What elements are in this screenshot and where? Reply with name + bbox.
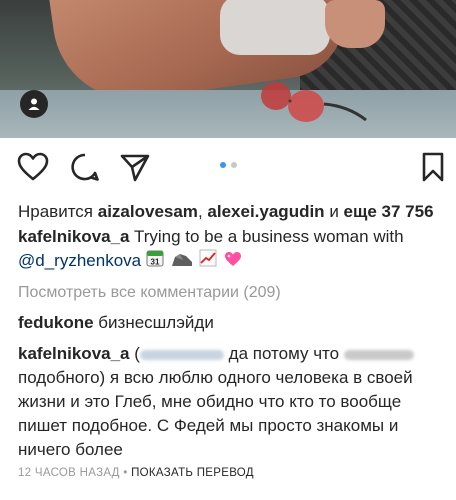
likes-and: и: [329, 202, 339, 221]
likes-separator: ,: [197, 202, 203, 221]
photo-shorts: [220, 0, 330, 55]
redacted-mention: [139, 349, 224, 360]
comment-icon[interactable]: [68, 150, 102, 184]
redacted-text: [343, 349, 414, 360]
comment-item: fedukone бизнесшлэйди: [18, 311, 448, 335]
post-meta: 12 ЧАСОВ НАЗАД • ПОКАЗАТЬ ПЕРЕВОД: [18, 467, 254, 479]
caption-text: Trying to be a business woman with: [133, 227, 404, 246]
photo-sunglasses: [261, 82, 367, 122]
photo-table: [0, 90, 456, 138]
post-photo[interactable]: [0, 0, 456, 138]
comment-text-part1: да потому что: [228, 344, 340, 363]
comment-item: kafelnikova_a ( да потому что подобного)…: [18, 342, 448, 462]
user-tag-icon[interactable]: [20, 90, 48, 118]
liker-link[interactable]: aizalovesam: [98, 202, 198, 221]
post-caption: kafelnikova_a Trying to be a business wo…: [18, 225, 448, 274]
comment-author[interactable]: fedukone: [18, 313, 94, 332]
sparkling-heart-emoji-icon: [224, 250, 242, 274]
svg-text:31: 31: [150, 258, 159, 267]
share-icon[interactable]: [118, 150, 152, 184]
heart-icon[interactable]: [16, 150, 50, 184]
comment-text-part2: подобного) я всю люблю одного человека в…: [18, 368, 413, 459]
show-translation-link[interactable]: ПОКАЗАТЬ ПЕРЕВОД: [131, 467, 254, 479]
likes-count-link[interactable]: еще 37 756: [344, 202, 434, 221]
post-timestamp: 12 ЧАСОВ НАЗАД: [18, 467, 120, 479]
comment-text: бизнесшлэйди: [98, 313, 214, 332]
likes-line: Нравится aizalovesam, alexei.yagudin и е…: [18, 200, 448, 224]
caption-author[interactable]: kafelnikova_a: [18, 227, 130, 246]
meta-separator: •: [123, 467, 128, 479]
chart-emoji-icon: [199, 249, 217, 274]
carousel-indicator: [220, 162, 237, 168]
rock-emoji-icon: [171, 250, 193, 274]
comment-author[interactable]: kafelnikova_a: [18, 344, 130, 363]
liker-link[interactable]: alexei.yagudin: [207, 202, 324, 221]
caption-mention[interactable]: @d_ryzhenkova: [18, 251, 141, 270]
action-bar: [0, 150, 456, 186]
bookmark-icon[interactable]: [416, 150, 450, 184]
photo-hand: [325, 0, 385, 48]
carousel-dot: [231, 162, 237, 168]
view-all-comments-link[interactable]: Посмотреть все комментарии (209): [18, 281, 448, 305]
carousel-dot-active: [220, 162, 226, 168]
likes-prefix: Нравится: [18, 202, 94, 221]
calendar-emoji-icon: 31: [146, 249, 164, 274]
